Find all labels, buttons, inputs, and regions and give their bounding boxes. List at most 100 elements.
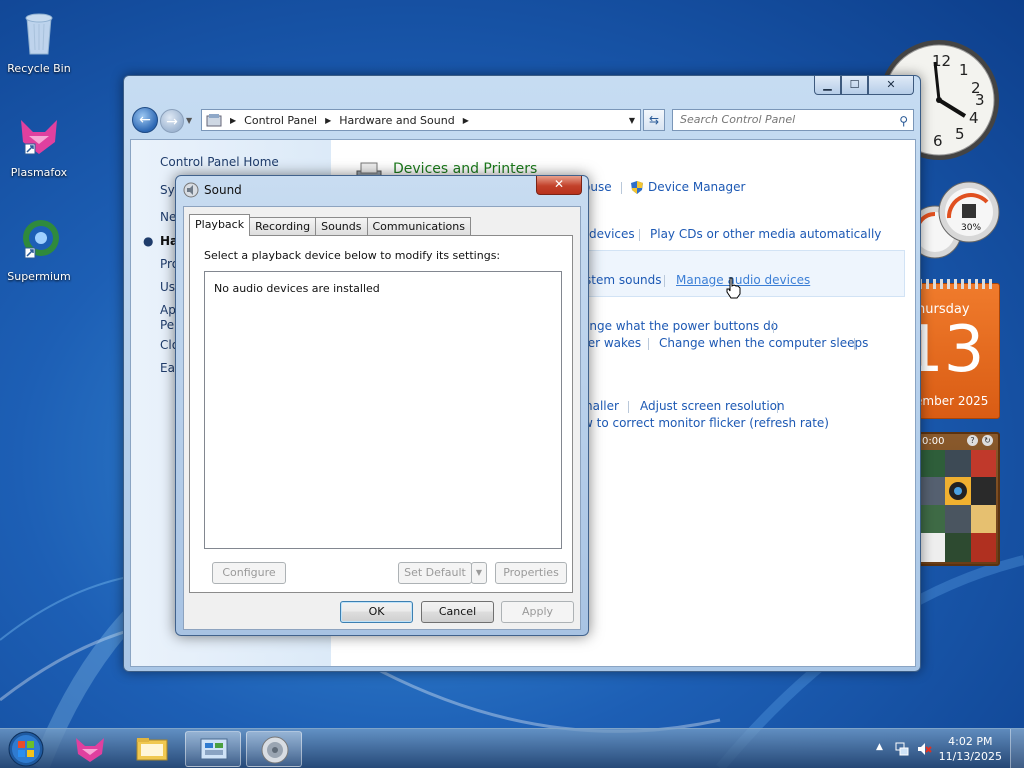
search-input[interactable]: Search Control Panel ⚲ [672, 109, 914, 131]
playback-tab-panel: Select a playback device below to modify… [189, 235, 573, 593]
refresh-button[interactable]: ⇆ [643, 109, 665, 131]
dialog-close-button[interactable]: ✕ [536, 176, 582, 195]
show-desktop-button[interactable] [1010, 729, 1024, 768]
help-icon[interactable]: ? [967, 435, 978, 446]
back-button[interactable]: ← [132, 107, 158, 133]
tab-sounds[interactable]: Sounds [315, 217, 368, 236]
search-icon[interactable]: ⚲ [899, 111, 908, 131]
taskbar-file-explorer[interactable] [124, 731, 180, 767]
plasmafox-icon [76, 738, 104, 762]
sound-dialog[interactable]: Sound ✕ Playback Recording Sounds Commun… [175, 175, 589, 636]
minimize-button[interactable]: ▁ [814, 76, 841, 95]
clock-numeral: 3 [975, 91, 985, 109]
link-separator [664, 275, 665, 287]
taskbar-sound[interactable] [246, 731, 302, 767]
apply-button[interactable]: Apply [501, 601, 574, 623]
calendar-rings [919, 279, 995, 289]
playback-device-list[interactable]: No audio devices are installed [204, 271, 562, 549]
control-panel-icon [200, 738, 228, 760]
window-caption-buttons: ▁ ☐ ✕ [814, 76, 914, 95]
address-dropdown-icon[interactable]: ▼ [629, 116, 635, 125]
link-require-password-wakes[interactable]: ter wakes [583, 336, 641, 350]
link-autoplay-devices[interactable]: devices [589, 227, 635, 241]
set-default-button[interactable]: Set Default [398, 562, 472, 584]
refresh-icon[interactable]: ↻ [982, 435, 993, 446]
link-adjust-screen-resolution[interactable]: Adjust screen resolution [640, 399, 785, 413]
maximize-button[interactable]: ☐ [841, 76, 868, 95]
ok-button[interactable]: OK [340, 601, 413, 623]
properties-button[interactable]: Properties [495, 562, 567, 584]
forward-button[interactable]: → [160, 108, 184, 133]
tab-recording[interactable]: Recording [249, 217, 317, 236]
clock-numeral: 1 [959, 61, 969, 79]
link-separator [648, 338, 649, 350]
link-play-cds-automatically[interactable]: Play CDs or other media automatically [650, 227, 881, 241]
speaker-icon [261, 736, 289, 764]
supermium-icon [23, 220, 59, 259]
link-separator [639, 229, 640, 241]
desktop-icon-plasmafox[interactable]: Plasmafox [1, 112, 77, 179]
recent-pages-dropdown[interactable]: ▼ [186, 116, 196, 125]
clock-numeral: 4 [969, 109, 979, 127]
desktop-icon-supermium[interactable]: Supermium [1, 216, 77, 283]
clock-numeral: 6 [933, 132, 943, 150]
link-separator [773, 321, 774, 333]
taskbar-plasmafox[interactable] [62, 731, 118, 767]
configure-button[interactable]: Configure [212, 562, 286, 584]
no-devices-message: No audio devices are installed [214, 282, 380, 295]
nav-item-appearance[interactable]: Ap [160, 303, 176, 317]
link-change-system-sounds[interactable]: stem sounds [585, 273, 662, 287]
desktop-icon-recycle-bin[interactable]: Recycle Bin [1, 8, 77, 75]
link-correct-monitor-flicker[interactable]: w to correct monitor flicker (refresh ra… [583, 416, 829, 430]
set-default-dropdown-icon[interactable]: ▼ [471, 562, 487, 584]
search-placeholder: Search Control Panel [680, 113, 796, 126]
calendar-month: ember 2025 [915, 394, 989, 408]
breadcrumb-separator-icon[interactable]: ▶ [325, 116, 331, 125]
desktop-icon-label: Supermium [7, 270, 71, 283]
volume-muted-icon[interactable] [916, 741, 932, 757]
taskbar: ▲ 4:02 PM 11/13/2025 [0, 728, 1024, 768]
link-power-buttons[interactable]: ange what the power buttons do [582, 319, 778, 333]
nav-control-panel-home[interactable]: Control Panel Home [160, 155, 279, 169]
desktop-icon-label: Plasmafox [10, 166, 68, 179]
playback-instruction: Select a playback device below to modify… [204, 249, 501, 262]
start-button-icon[interactable] [6, 730, 46, 768]
clock-time: 4:02 PM [948, 735, 993, 748]
clock-date: 11/13/2025 [938, 750, 1002, 763]
breadcrumb-separator-icon[interactable]: ▶ [463, 116, 469, 125]
breadcrumb-hardware-and-sound[interactable]: Hardware and Sound [339, 114, 454, 127]
puzzle-tiles[interactable] [920, 450, 996, 562]
show-hidden-icons-icon[interactable]: ▲ [876, 742, 883, 752]
network-icon[interactable] [894, 741, 910, 757]
link-separator [621, 182, 622, 194]
cpu-meter-value: 30% [961, 223, 981, 233]
breadcrumb-control-panel[interactable]: Control Panel [244, 114, 317, 127]
nav-item-network[interactable]: Ne [160, 210, 176, 224]
link-change-computer-sleeps[interactable]: Change when the computer sleeps [659, 336, 868, 350]
taskbar-clock[interactable]: 4:02 PM 11/13/2025 [939, 734, 1002, 764]
current-section-bullet: ● [143, 234, 154, 248]
navigation-buttons: ← → ▼ [132, 107, 196, 133]
notification-area: ▲ 4:02 PM 11/13/2025 [864, 729, 1024, 768]
link-separator [854, 338, 855, 350]
taskbar-control-panel[interactable] [185, 731, 241, 767]
recycle-bin-icon [25, 13, 53, 55]
address-bar[interactable]: ▶ Control Panel ▶ Hardware and Sound ▶ ▼ [201, 109, 641, 131]
close-button[interactable]: ✕ [868, 76, 914, 95]
control-panel-icon [206, 114, 222, 127]
picture-puzzle-gadget[interactable]: 0:00 ? ↻ [914, 432, 1000, 566]
tab-playback[interactable]: Playback [189, 214, 251, 236]
shield-icon [631, 181, 643, 194]
clock-numeral: 5 [955, 125, 965, 143]
link-separator [628, 401, 629, 413]
plasmafox-icon [21, 120, 57, 155]
link-make-text-smaller[interactable]: naller [585, 399, 619, 413]
link-separator [777, 401, 778, 413]
link-manage-audio-devices[interactable]: Manage audio devices [676, 273, 810, 287]
hand-cursor-icon [726, 277, 741, 299]
breadcrumb-separator-icon[interactable]: ▶ [230, 116, 236, 125]
tab-communications[interactable]: Communications [366, 217, 471, 236]
cancel-button[interactable]: Cancel [421, 601, 494, 623]
calendar-gadget[interactable]: hursday 13 ember 2025 [903, 279, 1000, 419]
link-device-manager[interactable]: Device Manager [648, 180, 745, 194]
